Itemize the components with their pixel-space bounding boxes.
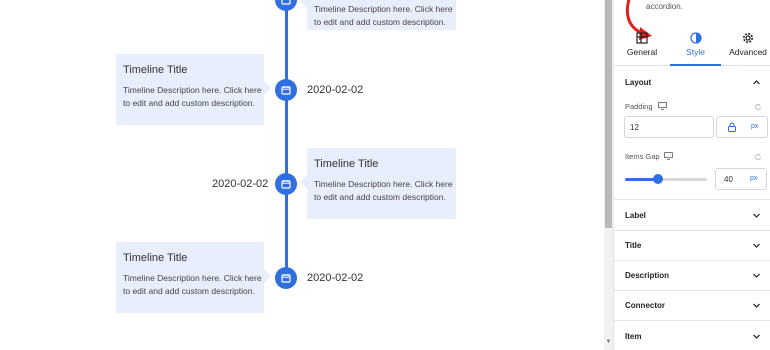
chevron-down-icon[interactable]: [752, 241, 761, 250]
scrollbar-thumb[interactable]: [605, 0, 612, 228]
timeline-item-date: 2020-02-02: [212, 178, 269, 190]
tooltip-text: accordion.: [646, 2, 683, 11]
section-title: Description: [625, 271, 670, 280]
timeline-item-date: 2020-02-02: [307, 272, 364, 284]
reset-icon[interactable]: [754, 153, 762, 161]
tab-style[interactable]: Style: [670, 30, 721, 66]
chevron-down-icon[interactable]: [752, 332, 761, 341]
timeline-item-card[interactable]: Timeline Title Timeline Description here…: [300, 148, 456, 219]
reset-icon[interactable]: [754, 103, 762, 111]
padding-unit[interactable]: px: [751, 123, 758, 130]
padding-link-unit-box: px: [716, 116, 768, 138]
timeline-item-card[interactable]: Timeline Title Timeline Description here…: [116, 242, 271, 313]
chevron-down-icon[interactable]: [752, 211, 761, 220]
timeline-item-title: Timeline Title: [314, 158, 379, 170]
timeline-item-description: Timeline Description here. Click here to…: [314, 4, 453, 27]
timeline-item-date: 2020-02-02: [307, 84, 364, 96]
timeline-marker[interactable]: [275, 173, 297, 195]
tab-label: Advanced: [729, 47, 767, 57]
tab-label: General: [626, 47, 658, 57]
timeline-item-title: Timeline Title: [123, 64, 188, 76]
card-pointer: [300, 175, 307, 189]
section-title: Title: [625, 241, 642, 250]
tab-general[interactable]: General: [618, 30, 666, 66]
timeline-marker[interactable]: [275, 79, 297, 101]
timeline-marker[interactable]: [275, 267, 297, 289]
items-gap-label: Items Gap: [625, 152, 660, 161]
timeline-marker[interactable]: [275, 0, 297, 11]
scroll-down-arrow-icon[interactable]: ▼: [605, 338, 612, 346]
chevron-up-icon[interactable]: [752, 78, 761, 87]
timeline-item-description: Timeline Description here. Click here to…: [123, 85, 262, 108]
section-item[interactable]: Item: [614, 321, 770, 350]
section-title: Item: [625, 332, 642, 341]
padding-label: Padding: [625, 102, 653, 111]
settings-panel: accordion. General Style Advanced Layout…: [613, 0, 770, 350]
desktop-icon[interactable]: [664, 152, 673, 160]
timeline-item-description: Timeline Description here. Click here to…: [314, 179, 453, 202]
section-description[interactable]: Description: [614, 261, 770, 291]
desktop-icon[interactable]: [658, 102, 667, 110]
tab-label: Style: [686, 47, 705, 57]
slider-handle[interactable]: [652, 174, 663, 184]
section-label[interactable]: Label: [614, 200, 770, 231]
calendar-icon: [281, 274, 291, 283]
gear-icon: [743, 33, 753, 43]
calendar-icon: [281, 86, 291, 95]
section-title: Label: [625, 211, 646, 220]
timeline-item-card[interactable]: Timeline Description here. Click here to…: [300, 0, 456, 30]
tab-advanced[interactable]: Advanced: [725, 30, 770, 66]
items-gap-value: 40: [724, 175, 733, 184]
section-title: Connector: [625, 301, 665, 310]
card-pointer: [300, 0, 307, 8]
items-gap-unit[interactable]: px: [750, 175, 757, 182]
chevron-down-icon[interactable]: [752, 301, 761, 310]
timeline-item-title: Timeline Title: [123, 252, 188, 264]
lock-icon[interactable]: [727, 122, 737, 132]
section-layout-label[interactable]: Layout: [625, 78, 651, 87]
padding-value: 12: [630, 123, 639, 132]
section-connector[interactable]: Connector: [614, 291, 770, 321]
editor-canvas: Timeline Description here. Click here to…: [0, 0, 604, 350]
timeline-item-description: Timeline Description here. Click here to…: [123, 273, 262, 296]
canvas-scrollbar[interactable]: ▼: [604, 0, 613, 350]
calendar-icon: [281, 180, 291, 189]
timeline-item-card[interactable]: Timeline Title Timeline Description here…: [116, 54, 271, 125]
style-contrast-icon: [689, 32, 702, 44]
general-layout-icon: [636, 32, 648, 44]
timeline-connector-line: [285, 0, 288, 278]
chevron-down-icon[interactable]: [752, 271, 761, 280]
calendar-icon: [281, 0, 291, 5]
items-gap-slider[interactable]: [625, 178, 707, 181]
padding-input[interactable]: 12: [624, 116, 714, 138]
items-gap-input[interactable]: 40 px: [715, 168, 767, 190]
panel-tabs: General Style Advanced: [614, 30, 770, 66]
section-title-settings[interactable]: Title: [614, 231, 770, 261]
